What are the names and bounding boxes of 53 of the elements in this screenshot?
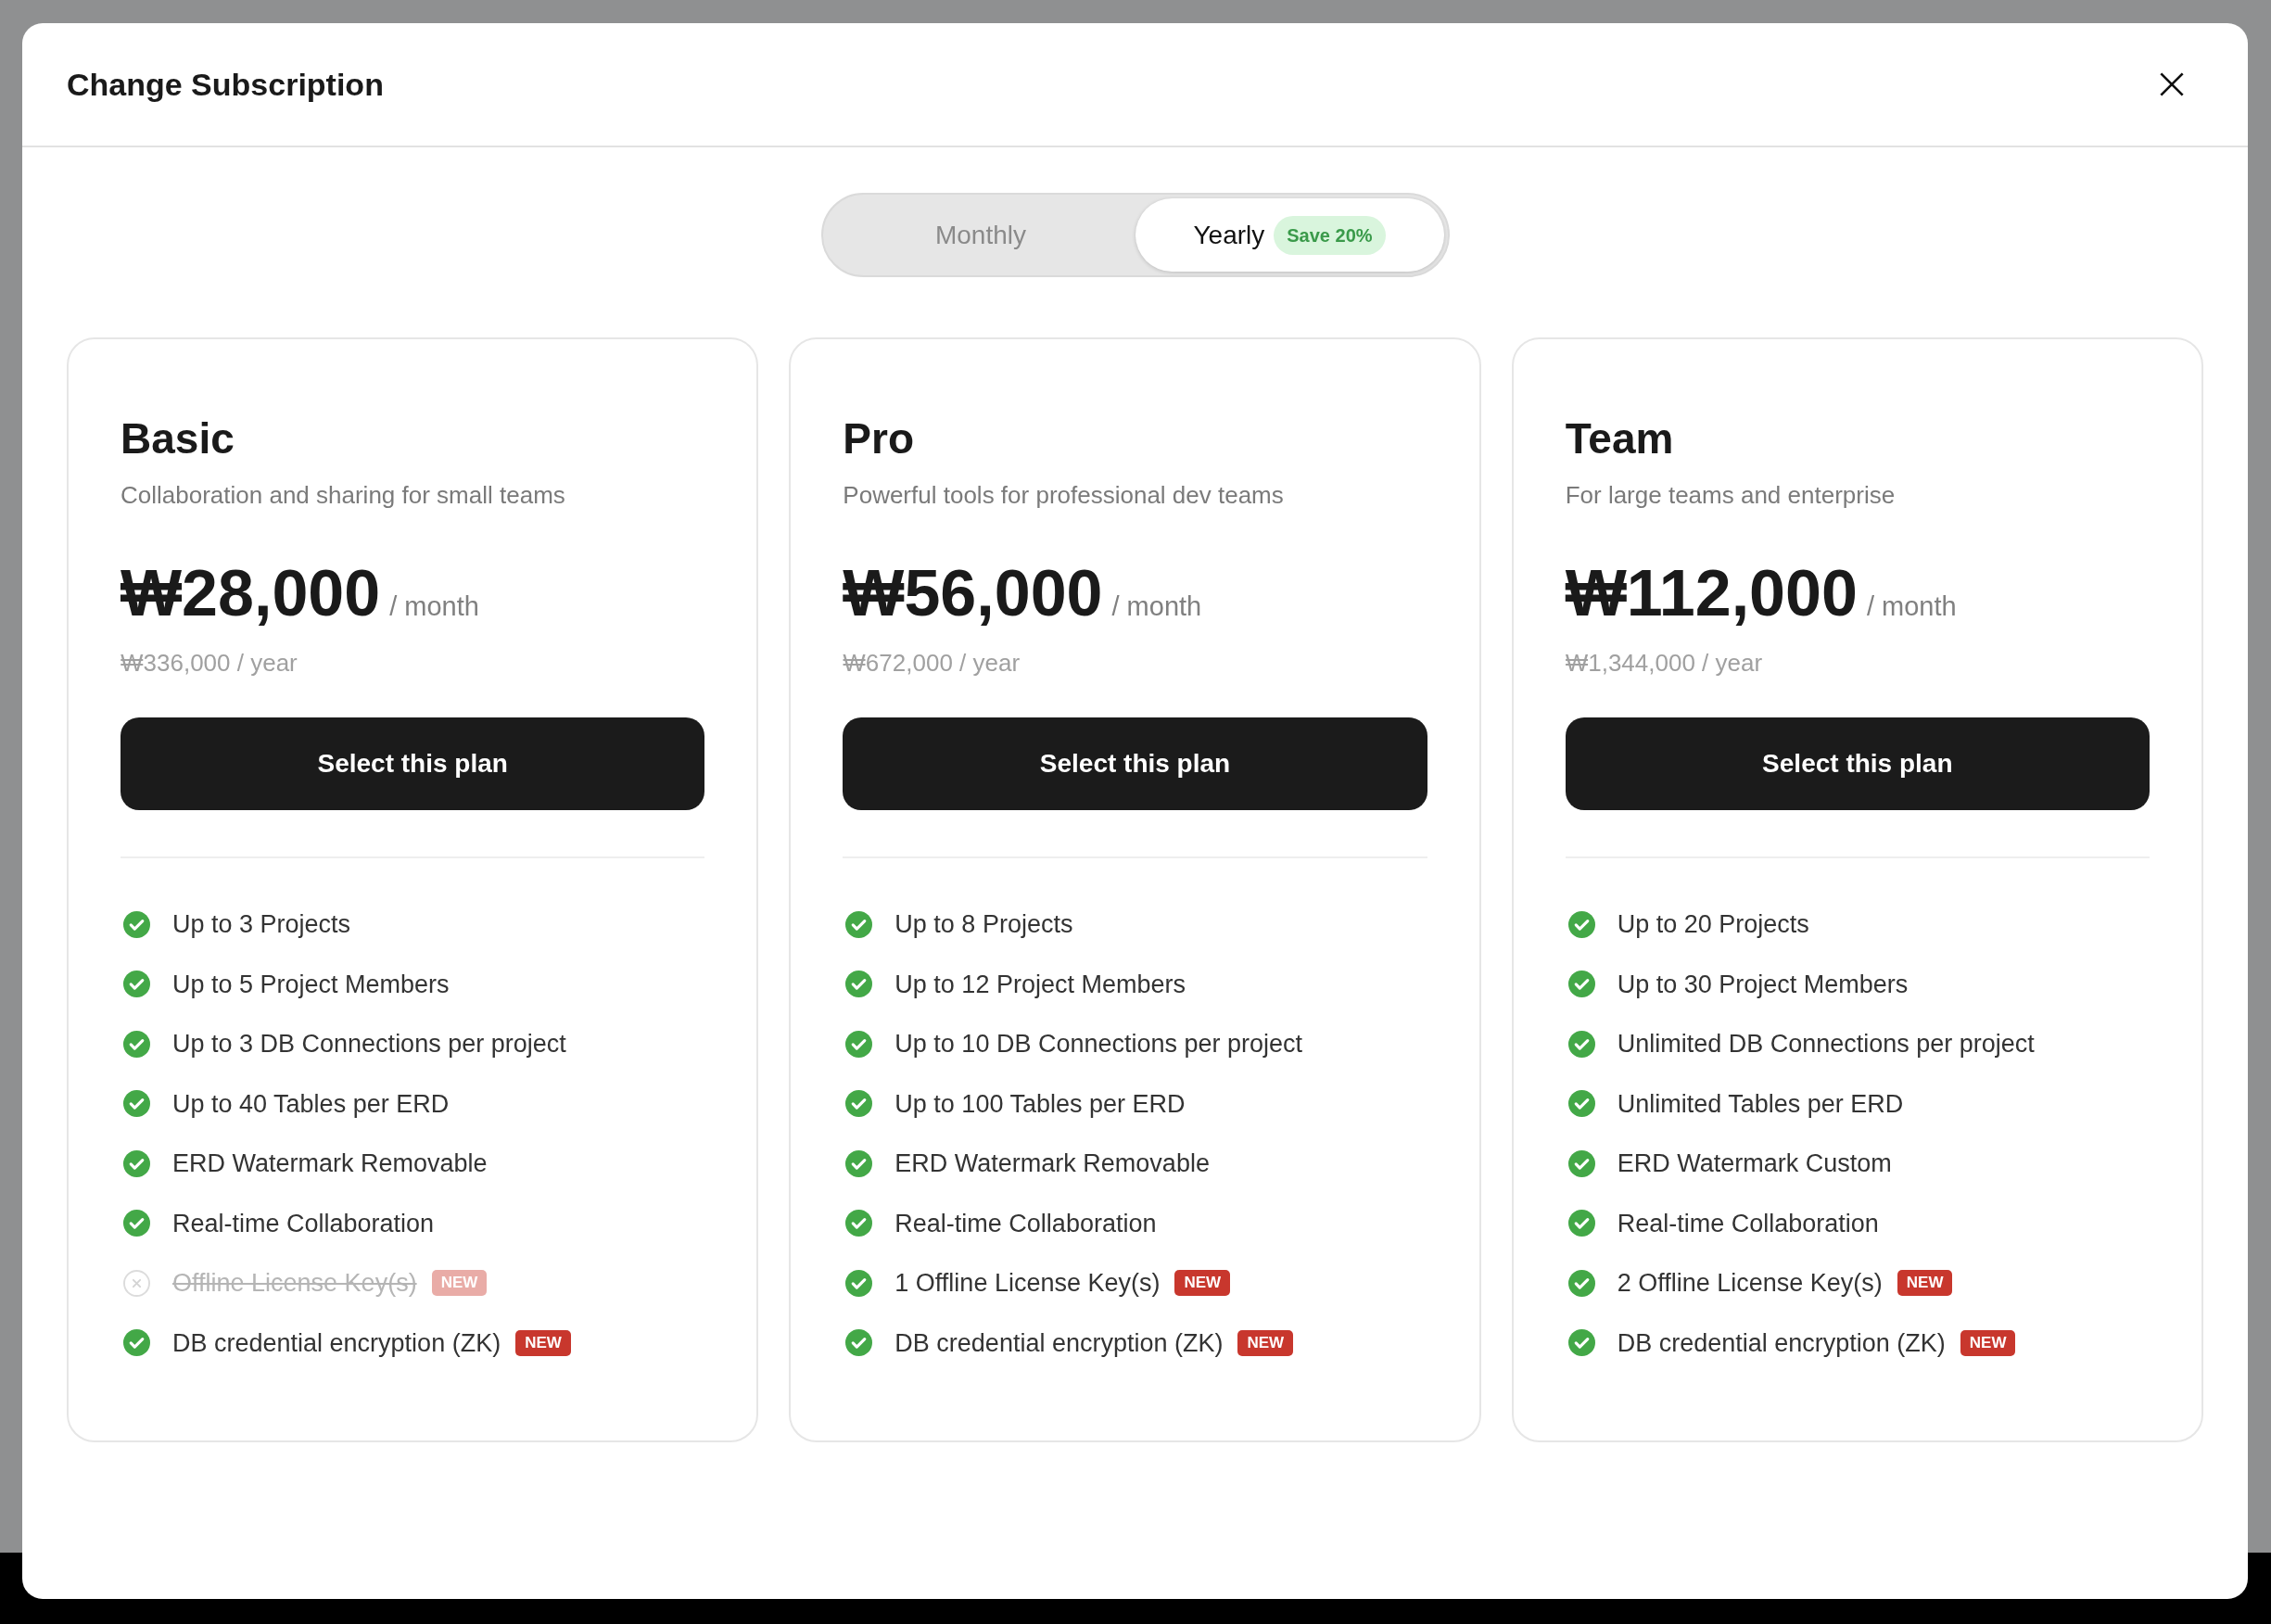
new-badge: NEW <box>431 1270 488 1296</box>
feature-text: 1 Offline License Key(s) <box>894 1268 1161 1299</box>
plan-name: Pro <box>843 413 915 464</box>
feature-text: 2 Offline License Key(s) <box>1617 1268 1883 1299</box>
yearly-price: ₩672,000 / year <box>843 648 1021 678</box>
close-button[interactable] <box>2159 71 2185 97</box>
feature-text: Real-time Collaboration <box>172 1208 435 1239</box>
plan-name: Basic <box>121 413 235 464</box>
price-period: / month <box>1111 591 1202 622</box>
new-badge: NEW <box>1897 1270 1953 1296</box>
new-badge: NEW <box>515 1329 571 1356</box>
new-badge: NEW <box>1960 1329 2016 1356</box>
new-badge: NEW <box>1237 1329 1294 1356</box>
yearly-price: ₩1,344,000 / year <box>1565 648 1764 678</box>
feature-text: Real-time Collaboration <box>894 1208 1157 1239</box>
feature-text: Up to 30 Project Members <box>1617 969 1909 1000</box>
feature-text: Up to 100 Tables per ERD <box>894 1088 1186 1120</box>
price-period: / month <box>389 591 479 622</box>
new-badge: NEW <box>1174 1270 1231 1296</box>
select-plan-button[interactable]: Select this plan <box>1565 717 2150 810</box>
plan-description: Collaboration and sharing for small teams <box>121 480 566 511</box>
dialog-title: Change Subscription <box>67 66 384 104</box>
close-icon <box>2159 71 2185 97</box>
feature-text: DB credential encryption (ZK) <box>172 1327 501 1359</box>
feature-text: Up to 3 DB Connections per project <box>172 1029 566 1059</box>
feature-text: Up to 40 Tables per ERD <box>172 1088 450 1120</box>
feature-text: Offline License Key(s) <box>172 1268 417 1299</box>
billing-option[interactable]: Yearly Save 20% <box>1135 198 1444 272</box>
yearly-price: ₩336,000 / year <box>121 648 298 678</box>
discount-badge: Save 20% <box>1274 215 1386 255</box>
feature-text: ERD Watermark Removable <box>172 1148 488 1179</box>
feature-text: DB credential encryption (ZK) <box>1617 1327 1946 1359</box>
feature-text: Up to 8 Projects <box>894 909 1073 940</box>
plan-description: Powerful tools for professional dev teams <box>843 480 1285 511</box>
feature-text: Up to 20 Projects <box>1617 909 1809 940</box>
select-plan-button[interactable]: Select this plan <box>843 717 1427 810</box>
feature-text: Unlimited DB Connections per project <box>1617 1029 2035 1059</box>
feature-text: ERD Watermark Removable <box>894 1148 1210 1179</box>
plan-price: ₩28,000 <box>121 557 381 630</box>
plan-price: ₩56,000 <box>843 557 1103 630</box>
feature-text: Up to 5 Project Members <box>172 969 450 1000</box>
feature-text: Real-time Collaboration <box>1617 1208 1879 1239</box>
select-plan-button[interactable]: Select this plan <box>121 717 705 810</box>
feature-text: DB credential encryption (ZK) <box>894 1327 1224 1359</box>
price-period: / month <box>1866 591 1957 622</box>
plan-name: Team <box>1565 413 1675 464</box>
plan-description: For large teams and enterprise <box>1565 480 1897 511</box>
plan-price: ₩112,000 <box>1565 557 1858 630</box>
feature-text: Up to 3 Projects <box>172 909 351 940</box>
feature-text: Unlimited Tables per ERD <box>1617 1088 1904 1120</box>
feature-text: Up to 10 DB Connections per project <box>894 1029 1303 1059</box>
feature-text: ERD Watermark Custom <box>1617 1148 1892 1179</box>
feature-text: Up to 12 Project Members <box>894 969 1186 1000</box>
